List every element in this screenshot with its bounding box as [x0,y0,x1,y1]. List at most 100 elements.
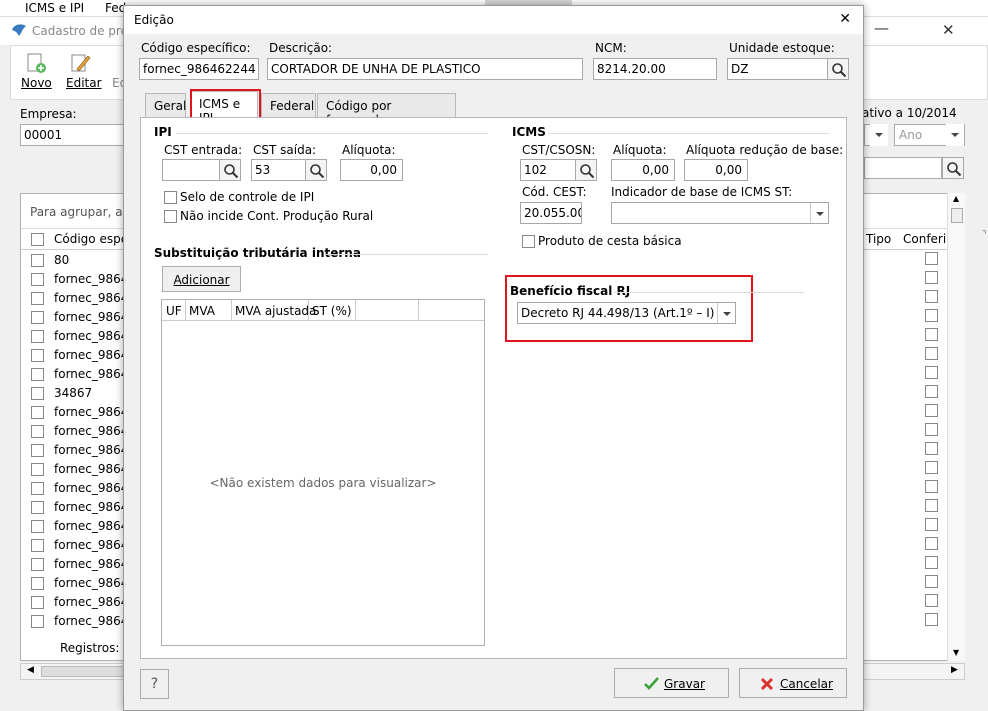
row-checkbox[interactable] [31,311,44,324]
row-conferido-checkbox[interactable] [925,613,938,626]
cesta-basica-checkbox[interactable] [522,235,535,248]
st-column-mva-ajustada[interactable]: MVA ajustada [235,304,316,318]
row-conferido-checkbox[interactable] [925,328,938,341]
background-search-input[interactable] [864,157,942,179]
cest-input[interactable]: 20.055.00 [520,202,582,224]
scroll-left-icon[interactable]: ◀ [27,665,34,675]
empresa-field[interactable]: 00001 [20,124,125,146]
menu-item-icms-ipi[interactable]: ICMS e IPI [25,1,84,15]
save-button[interactable]: Gravar [614,668,729,698]
row-checkbox[interactable] [31,482,44,495]
icms-cst-search-button[interactable] [575,159,597,181]
ipi-aliquota-input[interactable]: 0,00 [340,159,403,181]
row-checkbox[interactable] [31,349,44,362]
nao-incide-checkbox[interactable] [164,210,177,223]
indicador-st-dropdown-icon[interactable] [810,203,828,223]
row-conferido-checkbox[interactable] [925,518,938,531]
cst-entrada-input[interactable] [162,159,220,181]
scroll-right-icon[interactable]: ▶ [951,665,958,675]
close-icon[interactable]: ✕ [942,21,955,39]
year-select[interactable]: Ano [894,124,965,146]
tab-geral[interactable]: Geral [145,93,186,117]
row-checkbox[interactable] [31,444,44,457]
row-conferido-checkbox[interactable] [925,347,938,360]
row-conferido-checkbox[interactable] [925,499,938,512]
scroll-up-icon[interactable]: ▲ [953,194,959,203]
tab-codigo-fornecedor[interactable]: Código por fornecedor [317,93,456,127]
edit-button[interactable]: Editar [66,76,102,90]
row-checkbox[interactable] [31,330,44,343]
row-conferido-checkbox[interactable] [925,423,938,436]
row-conferido-checkbox[interactable] [925,366,938,379]
select-all-checkbox[interactable] [31,233,44,246]
cst-saida-search-button[interactable] [305,159,327,181]
row-checkbox[interactable] [31,539,44,552]
row-checkbox[interactable] [31,425,44,438]
row-checkbox[interactable] [31,292,44,305]
row-checkbox[interactable] [31,558,44,571]
row-checkbox[interactable] [31,596,44,609]
row-checkbox[interactable] [31,273,44,286]
row-conferido-checkbox[interactable] [925,385,938,398]
cst-saida-input[interactable]: 53 [251,159,306,181]
help-button[interactable]: ? [140,669,169,699]
dialog-close-icon[interactable]: ✕ [839,11,851,27]
st-column-st-percent[interactable]: ST (%) [312,304,352,318]
resize-grip-icon: ⌝ [982,230,987,241]
scroll-thumb[interactable] [951,208,963,223]
background-search-button[interactable] [942,157,964,179]
unidade-input[interactable]: DZ [727,58,828,80]
icms-aliquota-input[interactable]: 0,00 [611,159,675,181]
codigo-input[interactable]: fornec_986462244 [139,58,259,80]
cancel-button[interactable]: Cancelar [739,668,847,698]
search-icon [310,164,325,179]
row-checkbox[interactable] [31,615,44,628]
row-conferido-checkbox[interactable] [925,556,938,569]
new-button[interactable]: Novo [21,76,52,90]
ncm-input[interactable]: 8214.20.00 [593,58,717,80]
row-conferido-checkbox[interactable] [925,461,938,474]
beneficio-select[interactable]: Decreto RJ 44.498/13 (Art.1º – I) [517,302,736,324]
beneficio-group-line [614,292,804,293]
row-checkbox[interactable] [31,254,44,267]
icms-cst-input[interactable]: 102 [520,159,576,181]
unidade-search-button[interactable] [827,58,849,80]
row-checkbox[interactable] [31,387,44,400]
scroll-down-icon[interactable]: ▼ [953,648,959,657]
row-checkbox[interactable] [31,406,44,419]
st-column-uf[interactable]: UF [166,304,182,318]
selo-ipi-checkbox[interactable] [164,191,177,204]
minimize-icon[interactable]: — [874,19,889,37]
row-checkbox[interactable] [31,501,44,514]
column-header-tipo[interactable]: Tipo [866,232,891,246]
tab-federal[interactable]: Federal [261,93,316,117]
reducao-base-input[interactable]: 0,00 [684,159,748,181]
row-conferido-checkbox[interactable] [925,271,938,284]
row-checkbox[interactable] [31,520,44,533]
indicador-st-select[interactable] [611,202,829,224]
row-checkbox[interactable] [31,368,44,381]
cst-entrada-search-button[interactable] [219,159,241,181]
row-conferido-checkbox[interactable] [925,480,938,493]
row-conferido-checkbox[interactable] [925,442,938,455]
descricao-input[interactable]: CORTADOR DE UNHA DE PLASTICO [267,58,583,80]
row-conferido-checkbox[interactable] [925,575,938,588]
horizontal-scroll-thumb[interactable] [41,666,126,677]
row-conferido-checkbox[interactable] [925,404,938,417]
add-st-button[interactable]: Adicionar [162,266,241,292]
row-code[interactable]: 34867 [54,386,92,400]
icms-group-title: ICMS [512,125,546,139]
st-column-mva[interactable]: MVA [189,304,215,318]
row-conferido-checkbox[interactable] [925,309,938,322]
row-conferido-checkbox[interactable] [925,252,938,265]
row-conferido-checkbox[interactable] [925,594,938,607]
row-checkbox[interactable] [31,463,44,476]
grid-vertical-scrollbar[interactable]: ▲ ▼ [947,193,965,661]
row-code[interactable]: 80 [54,253,69,267]
beneficio-dropdown-icon[interactable] [717,303,735,323]
row-conferido-checkbox[interactable] [925,290,938,303]
row-conferido-checkbox[interactable] [925,537,938,550]
cst-saida-label: CST saída: [253,143,317,157]
row-checkbox[interactable] [31,577,44,590]
month-select[interactable] [864,124,888,146]
